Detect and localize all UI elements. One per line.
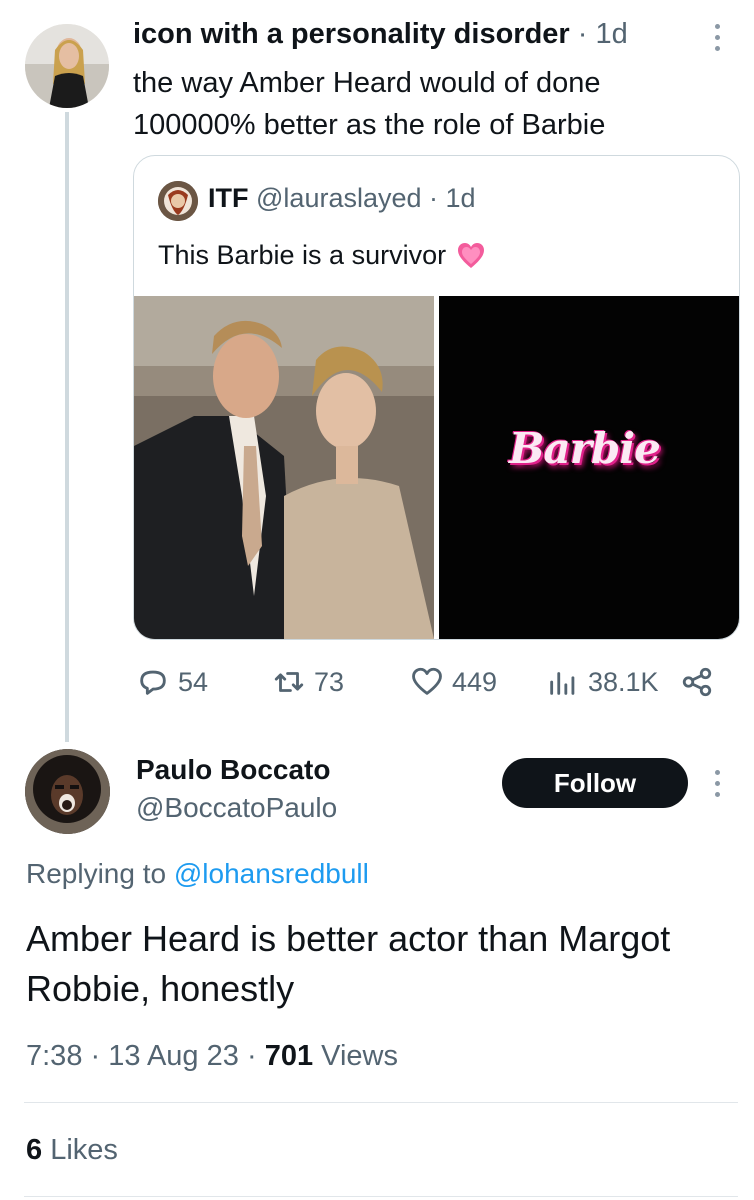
follow-button[interactable]: Follow	[502, 758, 688, 808]
quoted-tweet-header: ITF @lauraslayed · 1d	[208, 183, 476, 214]
quoted-tweet-card[interactable]: ITF @lauraslayed · 1d This Barbie is a s…	[133, 155, 740, 640]
reply-author-avatar[interactable]	[25, 749, 110, 834]
barbie-logo: Barbie	[509, 424, 661, 473]
reply-display-name[interactable]: Paulo Boccato	[136, 754, 330, 786]
parent-text-line2: 100000% better as the role of Barbie	[133, 109, 606, 141]
parent-text-line1: the way Amber Heard would of done	[133, 67, 601, 99]
retweet-icon	[274, 672, 304, 692]
reply-more-icon[interactable]	[707, 770, 727, 797]
views-chart-icon	[550, 672, 575, 695]
reply-date[interactable]: 13 Aug 23	[108, 1040, 239, 1072]
reply-text-line2: Robbie, honestly	[26, 968, 295, 1009]
quoted-display-name: ITF	[208, 183, 249, 213]
reply-time[interactable]: 7:38	[26, 1040, 82, 1072]
parent-tweet-text: the way Amber Heard would of done 100000…	[133, 62, 605, 146]
share-icon	[682, 667, 712, 697]
reply-action[interactable]: 54	[136, 665, 208, 699]
quoted-photo-left[interactable]	[134, 296, 434, 639]
quoted-avatar	[158, 181, 198, 221]
parent-tweet-header: icon with a personality disorder · 1d	[133, 18, 628, 51]
stats-divider-top	[24, 1102, 738, 1103]
stats-divider-bottom	[24, 1196, 738, 1197]
likes-stat-label: Likes	[50, 1134, 118, 1166]
quoted-tweet-text: This Barbie is a survivor	[158, 240, 447, 270]
views-count: 38.1K	[588, 666, 659, 697]
growing-heart-icon	[458, 242, 485, 268]
reply-icon	[140, 670, 166, 695]
quoted-time: · 1d	[429, 183, 476, 213]
heart-icon	[412, 667, 442, 695]
quoted-handle: @lauraslayed	[256, 183, 422, 213]
reply-tweet-text: Amber Heard is better actor than Margot …	[26, 914, 670, 1014]
like-action[interactable]: 449	[410, 665, 497, 699]
reply-views-count: 701	[264, 1040, 314, 1072]
share-action[interactable]	[680, 665, 714, 699]
parent-avatar[interactable]	[25, 24, 109, 108]
likes-stat[interactable]: 6 Likes	[26, 1134, 118, 1167]
likes-stat-count: 6	[26, 1134, 43, 1166]
replying-to-prefix: Replying to	[26, 858, 167, 889]
reply-views-label: Views	[321, 1040, 398, 1072]
reply-text-line1: Amber Heard is better actor than Margot	[26, 918, 671, 959]
replying-to-line: Replying to @lohansredbull	[26, 858, 369, 890]
quoted-tweet-text-row: This Barbie is a survivor	[158, 240, 486, 271]
replying-to-handle[interactable]: @lohansredbull	[174, 858, 369, 889]
quoted-photo-right[interactable]: Barbie	[439, 296, 739, 639]
parent-more-icon[interactable]	[707, 24, 727, 51]
parent-display-name[interactable]: icon with a personality disorder	[133, 18, 570, 50]
like-count: 449	[452, 666, 498, 697]
reply-count: 54	[178, 666, 209, 697]
retweet-count: 73	[314, 666, 345, 697]
parent-time[interactable]: · 1d	[578, 18, 628, 50]
retweet-action[interactable]: 73	[272, 665, 344, 699]
reply-handle[interactable]: @BoccatoPaulo	[136, 792, 337, 824]
views-action[interactable]: 38.1K	[546, 665, 659, 699]
reply-meta-line: 7:38 · 13 Aug 23 · 701 Views	[26, 1040, 398, 1072]
thread-connector-line	[65, 112, 69, 742]
